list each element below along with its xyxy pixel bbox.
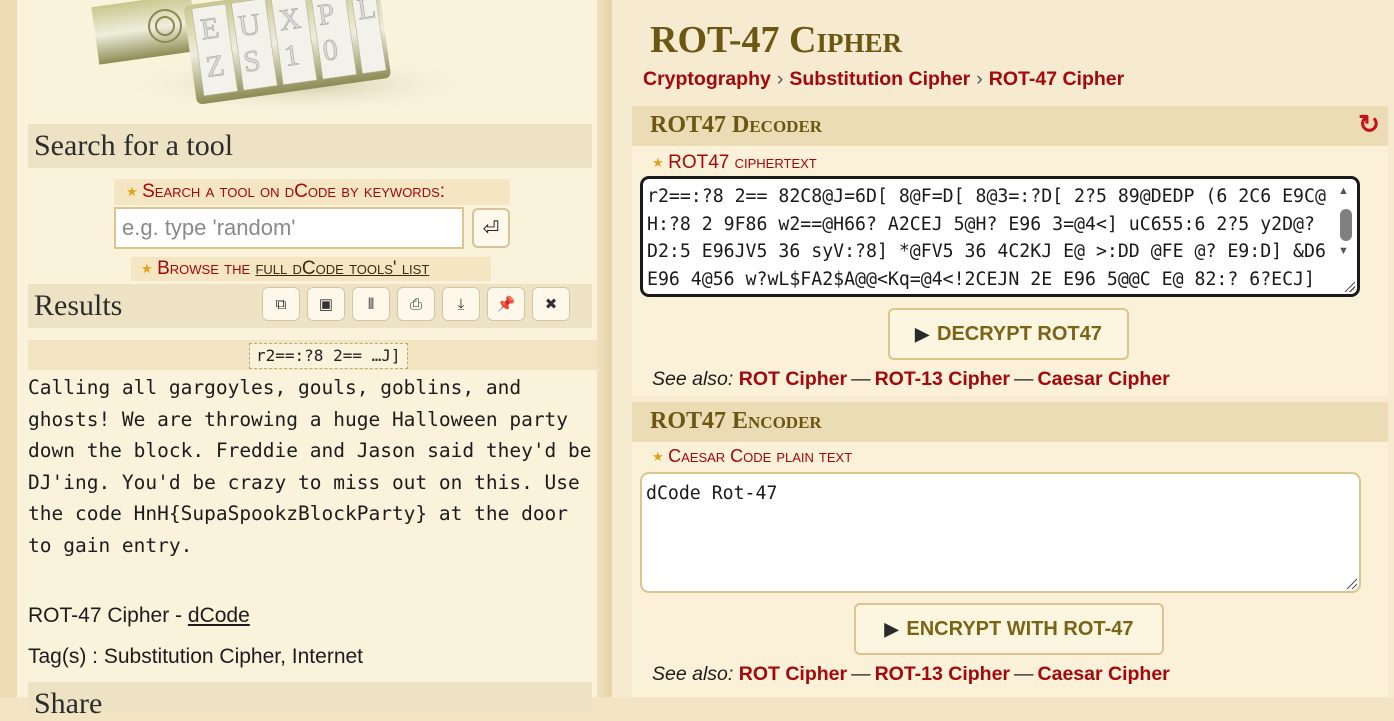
search-section-title: Search for a tool [34,129,234,162]
dash-separator: — [1014,368,1034,390]
columns-button[interactable]: ⦀ [352,287,390,321]
reset-icon[interactable]: ↻ [1354,108,1384,140]
keyword-search-label-text: Search a tool on dCode by keywords: [142,181,446,202]
breadcrumb-item-rot47[interactable]: ROT-47 Cipher [989,68,1124,90]
svg-text:L: L [355,0,378,26]
plaintext-label-text: Caesar Code plain text [668,446,853,466]
ciphertext-textarea[interactable]: r2==:?8 2== 82C8@J=6D[ 8@F=D[ 8@3=:?D[ 2… [640,176,1360,297]
search-submit-button[interactable]: ⏎ [472,208,510,248]
decoded-result-text: Calling all gargoyles, gouls, goblins, a… [28,376,604,557]
enter-icon: ⏎ [482,217,500,240]
left-gutter [0,0,17,697]
citation: ROT-47 Cipher - dCode [28,604,250,628]
encoder-title: ROT47 Encoder [650,408,822,434]
results-section-title: Results [34,289,123,322]
plaintext-value[interactable]: dCode Rot-47 [646,480,777,507]
results-toolbar: ⧉ ▣ ⦀ ⎙ ⤓ 📌 ✖ [262,287,570,323]
ciphertext-value[interactable]: r2==:?8 2== 82C8@J=6D[ 8@F=D[ 8@3=:?D[ 2… [647,183,1335,293]
dash-separator: — [851,663,871,685]
resize-handle-icon[interactable] [1343,280,1355,292]
dash-separator: — [851,368,871,390]
pin-icon: 📌 [496,296,516,313]
result-input-tag[interactable]: r2==:?8 2== …J] [249,343,408,369]
print-button[interactable]: ⎙ [397,287,435,321]
tool-search-input[interactable] [114,207,464,249]
ciphertext-label-text: ROT47 ciphertext [668,152,817,173]
scroll-down-icon[interactable]: ▼ [1338,245,1349,257]
search-section-header: Search for a tool [28,124,592,168]
print-icon: ⎙ [409,295,422,313]
share-section-header: Share [28,682,592,720]
tags-line: Tag(s) : Substitution Cipher, Internet [28,645,364,668]
plaintext-textarea[interactable]: dCode Rot-47 [640,472,1361,593]
link-rot13-cipher[interactable]: ROT-13 Cipher [875,663,1010,685]
breadcrumb-item-substitution[interactable]: Substitution Cipher [789,68,970,90]
decrypt-button-label: DECRYPT ROT47 [937,322,1102,345]
play-icon: ▶ [884,618,899,639]
decoder-title: ROT47 Decoder [650,112,823,138]
browse-tools-link[interactable]: full dCode tools' list [255,258,429,279]
page-title: ROT-47 Cipher [650,19,902,61]
play-icon: ▶ [915,323,929,344]
close-icon: ✖ [544,296,558,313]
download-icon: ⤓ [457,295,465,313]
breadcrumb-item-cryptography[interactable]: Cryptography [643,68,771,90]
plaintext-label: ★ Caesar Code plain text [652,446,852,467]
download-button[interactable]: ⤓ [442,287,480,321]
star-icon: ★ [652,449,664,464]
cryptex-logo: E U X P L Z S 1 0 [91,0,475,115]
dcode-link[interactable]: dCode [188,604,250,627]
breadcrumb: Cryptography › Substitution Cipher › ROT-47 … [643,68,1124,91]
save-button[interactable]: ▣ [307,287,345,321]
star-icon: ★ [652,155,664,170]
browse-tools-row: ★ Browse the full dCode tools' list [131,257,491,281]
see-also-label: See also: [652,368,734,390]
citation-prefix: ROT-47 Cipher - [28,604,188,627]
dash-separator: — [1014,663,1034,685]
encrypt-button-label: ENCRYPT WITH ROT-47 [906,617,1134,640]
column-divider [597,0,612,697]
pin-button[interactable]: 📌 [487,287,525,321]
scrollbar-thumb[interactable] [1340,209,1352,241]
link-caesar-cipher[interactable]: Caesar Cipher [1038,663,1170,685]
star-icon: ★ [126,184,138,199]
resize-handle-icon[interactable] [1345,577,1357,589]
star-icon: ★ [141,261,153,276]
copy-icon: ⧉ [275,295,287,313]
keyword-search-label: ★ Search a tool on dCode by keywords: [114,179,510,205]
see-also-label: See also: [652,663,734,685]
encoder-header: ROT47 Encoder [632,402,1388,442]
save-icon: ▣ [318,296,334,313]
decrypt-button[interactable]: ▶ DECRYPT ROT47 [888,308,1129,360]
close-results-button[interactable]: ✖ [532,287,570,321]
link-caesar-cipher[interactable]: Caesar Cipher [1038,368,1170,390]
share-section-title: Share [34,687,103,720]
result-bar: r2==:?8 2== …J] [28,340,597,370]
encoder-see-also: See also: ROT Cipher — ROT-13 Cipher — Caesa… [652,663,1170,686]
encrypt-button[interactable]: ▶ ENCRYPT WITH ROT-47 [854,603,1164,655]
copy-button[interactable]: ⧉ [262,287,300,321]
link-rot-cipher[interactable]: ROT Cipher [739,368,847,390]
link-rot-cipher[interactable]: ROT Cipher [739,663,847,685]
ciphertext-label: ★ ROT47 ciphertext [652,152,817,174]
scroll-up-icon[interactable]: ▲ [1338,185,1349,197]
breadcrumb-separator: › [976,68,983,90]
decoder-header: ROT47 Decoder ↻ [632,106,1388,146]
columns-icon: ⦀ [367,295,375,313]
link-rot13-cipher[interactable]: ROT-13 Cipher [875,368,1010,390]
decoder-see-also: See also: ROT Cipher — ROT-13 Cipher — Caesa… [652,368,1170,391]
browse-prefix: Browse the [157,258,256,279]
textarea-scrollbar[interactable]: ▲ ▼ [1335,183,1355,291]
breadcrumb-separator: › [776,68,784,90]
